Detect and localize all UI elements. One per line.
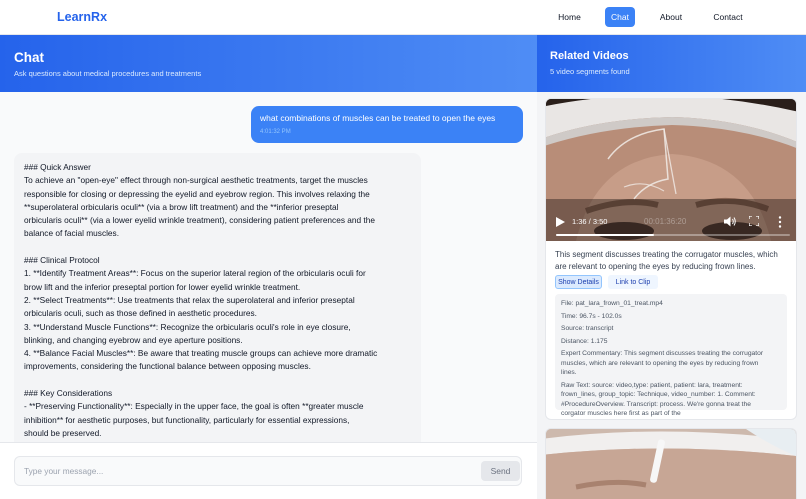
detail-commentary: Expert Commentary: This segment discusse… (561, 350, 764, 357)
nav-chat-link[interactable]: Chat (605, 7, 635, 27)
detail-raw-text: corgator muscles here first as part of t… (561, 410, 681, 417)
assistant-message-bubble: ### Quick Answer To achieve an "open-eye… (14, 153, 421, 442)
assistant-line: ### Quick Answer (24, 162, 91, 172)
video-progress-fill (556, 234, 654, 236)
nav-contact-link[interactable]: Contact (708, 7, 748, 27)
brand-logo[interactable]: LearnRx (57, 10, 107, 24)
detail-file: File: pat_lara_frown_01_treat.mp4 (561, 300, 663, 307)
videos-header: Related Videos 5 video segments found (537, 35, 806, 92)
send-button[interactable]: Send (481, 461, 520, 481)
assistant-line: blinking, and changing eyebrow and eye a… (24, 334, 243, 345)
assistant-line: improvements, considering the functional… (24, 361, 311, 372)
assistant-line: balance of facial muscles. (24, 228, 120, 239)
chat-panel: Chat Ask questions about medical procedu… (0, 35, 537, 499)
detail-commentary: muscles, which are relevant to opening t… (561, 359, 759, 367)
assistant-line: 3. **Understand Muscle Functions**: Reco… (24, 321, 351, 332)
video-card: 1:36 / 3:50 00:01:36:20 This segment dis… (545, 98, 797, 420)
message-list[interactable]: what combinations of muscles can be trea… (0, 92, 537, 442)
video-player[interactable] (546, 429, 797, 499)
video-player[interactable]: 1:36 / 3:50 00:01:36:20 (546, 99, 796, 241)
assistant-line: 2. **Select Treatments**: Use treatments… (24, 294, 355, 305)
play-icon[interactable] (556, 217, 565, 227)
assistant-line: brow lift and the inferior preseptal por… (24, 281, 301, 292)
assistant-line: inhibition** for aesthetic purposes, but… (24, 414, 350, 425)
show-details-button[interactable]: Show Details (555, 275, 602, 289)
video-timecode-overlay: 00:01:36:20 (644, 217, 687, 226)
composer-box: Send (14, 456, 522, 486)
nav-home-link[interactable]: Home (552, 7, 587, 27)
videos-title: Related Videos (550, 50, 629, 62)
link-to-clip-button[interactable]: Link to Clip (608, 275, 658, 289)
detail-source: Source: transcript (561, 325, 614, 332)
related-videos-panel[interactable]: Related Videos 5 video segments found 1:… (537, 35, 806, 499)
assistant-line: ### Key Considerations (24, 388, 113, 399)
video-time-display: 1:36 / 3:50 (572, 217, 608, 226)
video-description: This segment discusses treating the corr… (555, 250, 778, 271)
video-controls: 1:36 / 3:50 00:01:36:20 (546, 207, 796, 241)
videos-count: 5 video segments found (550, 67, 630, 76)
detail-raw-text: frown_lines, group_topic: Technique, vid… (561, 391, 756, 398)
assistant-line: responsible for closing or depressing th… (24, 188, 370, 199)
assistant-line (24, 374, 411, 387)
top-navbar: LearnRx Home Chat About Contact (0, 0, 806, 35)
detail-raw-text: #ProcedureOverview. Transcript: process.… (561, 400, 751, 408)
user-message-bubble: what combinations of muscles can be trea… (251, 106, 523, 143)
assistant-line: should be preserved. (24, 427, 102, 438)
user-message-text: what combinations of muscles can be trea… (260, 113, 496, 123)
video-details-box: File: pat_lara_frown_01_treat.mp4 Time: … (555, 294, 787, 417)
assistant-line: orbicularis oculi** (via a lower eyelid … (24, 215, 375, 226)
video-progress-track[interactable] (556, 234, 790, 236)
assistant-line: **superolateral orbicularis oculi** (via… (24, 201, 339, 212)
assistant-line: ### Clinical Protocol (24, 255, 100, 266)
detail-distance: Distance: 1.175 (561, 337, 608, 345)
nav-about-link[interactable]: About (654, 7, 688, 27)
video-card (545, 428, 797, 499)
assistant-line: 1. **Identify Treatment Areas**: Focus o… (24, 268, 366, 279)
more-options-icon[interactable] (778, 216, 782, 228)
detail-time: Time: 96.7s - 102.0s (561, 312, 622, 320)
assistant-line: - **Preserving Functionality**: Especial… (24, 401, 364, 412)
message-composer: Send (0, 442, 537, 499)
assistant-line: 4. **Balance Facial Muscles**: Be aware … (24, 348, 378, 359)
fullscreen-icon[interactable] (749, 216, 759, 226)
assistant-line (24, 241, 411, 254)
chat-header: Chat Ask questions about medical procedu… (0, 35, 537, 92)
chat-title: Chat (14, 50, 44, 65)
volume-icon[interactable] (724, 216, 736, 227)
assistant-line: To achieve an "open-eye" effect through … (24, 175, 368, 186)
detail-commentary: lines. (561, 369, 577, 376)
assistant-line: orbicularis oculi, such as those defined… (24, 308, 257, 319)
user-message-time: 4:01:32 PM (260, 129, 291, 135)
detail-raw-text: Raw Text: source: video,type: patient, p… (561, 381, 743, 389)
chat-subtitle: Ask questions about medical procedures a… (14, 69, 202, 78)
message-input[interactable] (16, 458, 476, 484)
